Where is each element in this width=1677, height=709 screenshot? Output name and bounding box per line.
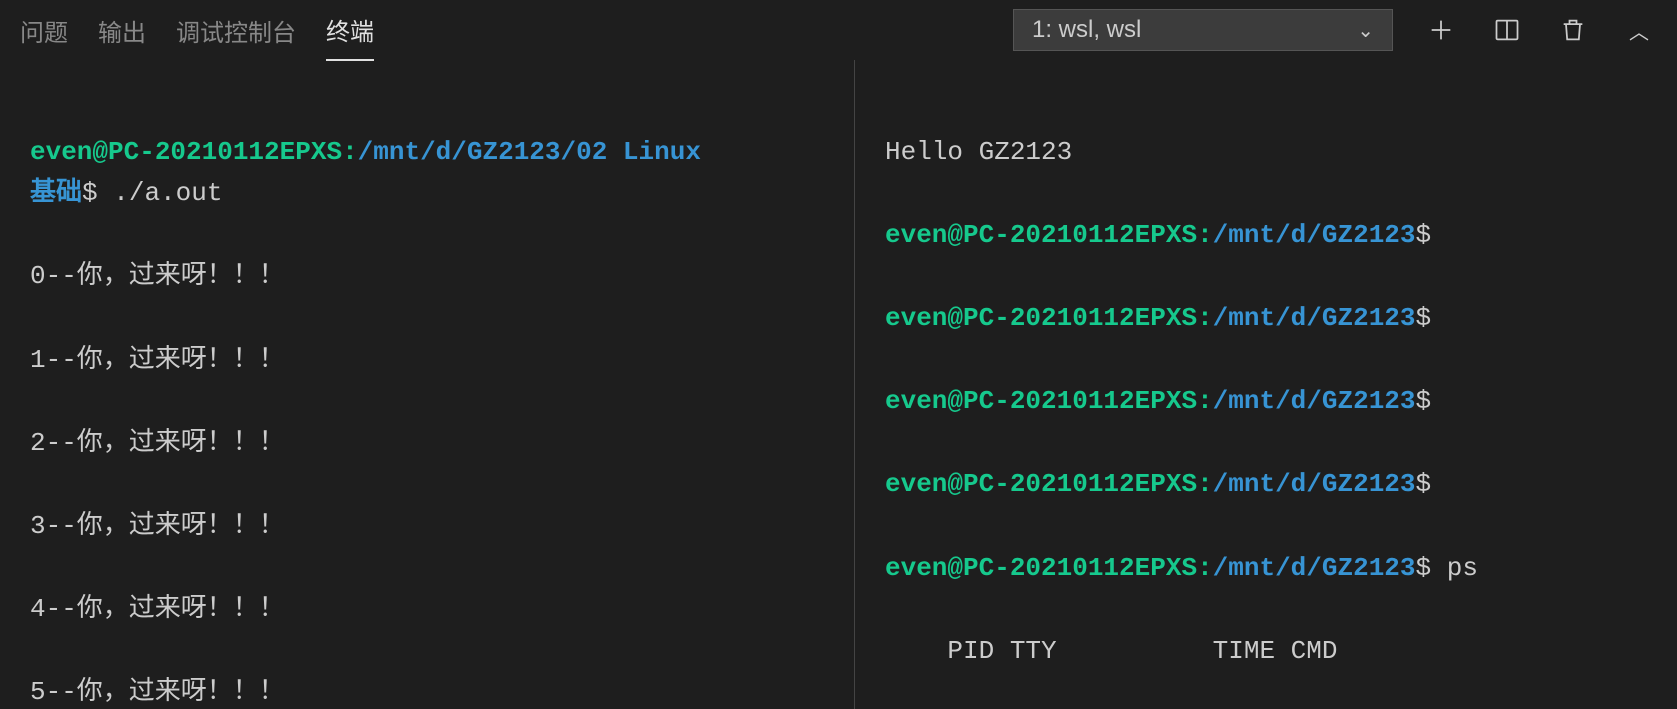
prompt-dollar: $ xyxy=(82,178,113,208)
prompt-user-host: even@PC-20210112EPXS xyxy=(30,137,342,167)
split-terminal-button[interactable] xyxy=(1489,12,1525,48)
prompt-path: /mnt/d/GZ2123/02 Linux xyxy=(358,137,717,167)
panel-tabs: 问题 输出 调试控制台 终端 xyxy=(20,0,374,61)
maximize-panel-button[interactable]: ︿ xyxy=(1621,12,1657,48)
output-line: 5--你，过来呀！！！ xyxy=(30,672,844,709)
prompt-user-host: even@PC-20210112EPXS xyxy=(885,386,1197,416)
tab-problems[interactable]: 问题 xyxy=(20,1,68,60)
prompt-dollar: $ xyxy=(1416,469,1432,499)
output-line: 0--你，过来呀！！！ xyxy=(30,256,844,298)
tab-output[interactable]: 输出 xyxy=(98,1,146,60)
prompt-user-host: even@PC-20210112EPXS xyxy=(885,303,1197,333)
prompt-dollar: $ xyxy=(1416,386,1432,416)
prompt-path: /mnt/d/GZ2123 xyxy=(1213,469,1416,499)
tab-terminal[interactable]: 终端 xyxy=(326,0,374,61)
prompt-colon: : xyxy=(1197,220,1213,250)
prompt-colon: : xyxy=(1197,386,1213,416)
terminal-body: even@PC-20210112EPXS:/mnt/d/GZ2123/02 Li… xyxy=(0,60,1677,709)
terminal-selector-label: 1: wsl, wsl xyxy=(1032,16,1141,44)
kill-terminal-button[interactable] xyxy=(1555,12,1591,48)
prompt-path: /mnt/d/GZ2123 xyxy=(1213,303,1416,333)
prompt-path: /mnt/d/GZ2123 xyxy=(1213,386,1416,416)
trash-icon xyxy=(1559,16,1587,44)
chevron-up-icon: ︿ xyxy=(1629,16,1649,45)
panel-header: 问题 输出 调试控制台 终端 1: wsl, wsl ⌄ ︿ xyxy=(0,0,1677,60)
output-line: 4--你，过来呀！！！ xyxy=(30,589,844,631)
terminal-pane-left[interactable]: even@PC-20210112EPXS:/mnt/d/GZ2123/02 Li… xyxy=(0,60,855,709)
ps-header: PID TTY TIME CMD xyxy=(885,631,1667,673)
command-text: ./a.out xyxy=(113,178,222,208)
output-line: 3--你，过来呀！！！ xyxy=(30,506,844,548)
prompt-user-host: even@PC-20210112EPXS xyxy=(885,553,1197,583)
new-terminal-button[interactable] xyxy=(1423,12,1459,48)
prompt-path: /mnt/d/GZ2123 xyxy=(1213,553,1416,583)
header-right: 1: wsl, wsl ⌄ ︿ xyxy=(1013,9,1657,51)
plus-icon xyxy=(1427,16,1455,44)
split-panel-icon xyxy=(1493,16,1521,44)
prompt-colon: : xyxy=(1197,553,1213,583)
prompt-colon: : xyxy=(1197,303,1213,333)
command-text: ps xyxy=(1431,553,1478,583)
prompt-dollar: $ xyxy=(1416,553,1432,583)
prompt-user-host: even@PC-20210112EPXS xyxy=(885,220,1197,250)
prompt-dollar: $ xyxy=(1416,303,1432,333)
prompt-dollar: $ xyxy=(1416,220,1432,250)
prompt-colon: : xyxy=(1197,469,1213,499)
chevron-down-icon: ⌄ xyxy=(1357,18,1374,43)
prompt-user-host: even@PC-20210112EPXS xyxy=(885,469,1197,499)
tab-debug-console[interactable]: 调试控制台 xyxy=(176,1,296,60)
output-line: 2--你，过来呀！！！ xyxy=(30,423,844,465)
output-line: Hello GZ2123 xyxy=(885,132,1667,174)
prompt-path-cn: 基础 xyxy=(30,178,82,208)
output-line: 1--你，过来呀！！！ xyxy=(30,340,844,382)
terminal-pane-right[interactable]: Hello GZ2123 even@PC-20210112EPXS:/mnt/d… xyxy=(855,60,1677,709)
terminal-selector-dropdown[interactable]: 1: wsl, wsl ⌄ xyxy=(1013,9,1393,51)
prompt-colon: : xyxy=(342,137,358,167)
prompt-path: /mnt/d/GZ2123 xyxy=(1213,220,1416,250)
